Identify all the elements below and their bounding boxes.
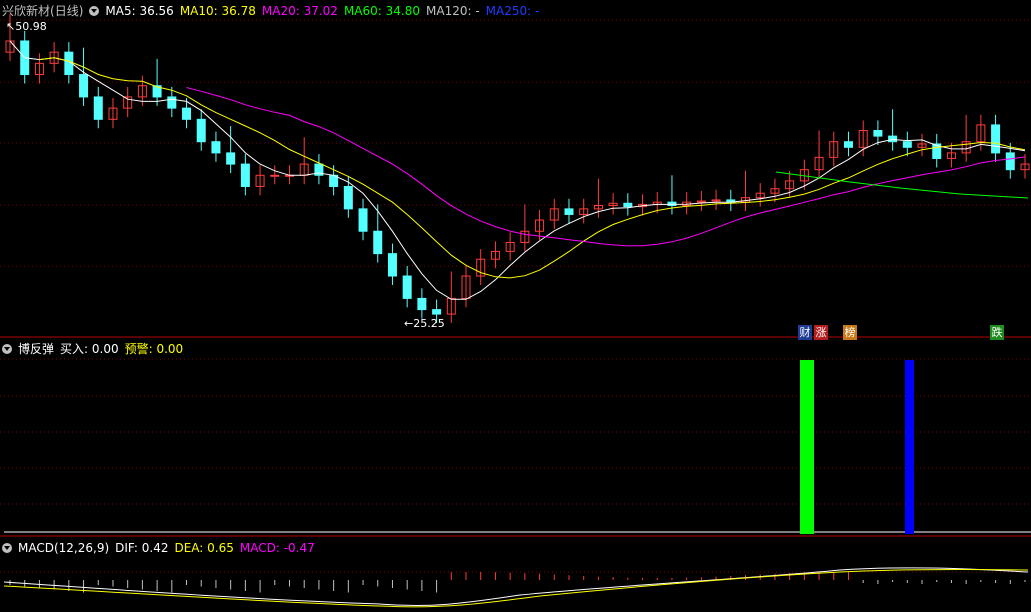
low-price-label: ←25.25 <box>404 317 445 330</box>
indicator-name[interactable]: 博反弹 <box>18 341 54 357</box>
news-badge-rise[interactable]: 涨 <box>814 325 828 340</box>
ma60-line <box>775 171 1029 199</box>
candle-body <box>991 124 1001 154</box>
news-badge-fall[interactable]: 跌 <box>990 325 1004 340</box>
candle-body <box>93 96 103 120</box>
ma120-readout: MA120: - <box>426 4 480 18</box>
stock-chart-canvas[interactable] <box>0 0 1031 612</box>
candle-body <box>373 230 383 255</box>
candle-body <box>667 201 677 207</box>
candle-body <box>623 202 633 208</box>
dea-readout: DEA: 0.65 <box>174 541 234 555</box>
ma60-readout: MA60: 34.80 <box>343 4 420 18</box>
macd-panel-header: MACD(12,26,9) DIF: 0.42 DEA: 0.65 MACD: … <box>2 540 321 556</box>
candle-body <box>196 118 206 143</box>
candle-body <box>902 141 912 148</box>
ma20-line <box>186 87 1026 247</box>
stock-name: 兴欣新材 <box>2 4 51 18</box>
candle-body <box>417 297 427 311</box>
candle-body <box>843 141 853 148</box>
candle-body <box>211 141 221 154</box>
ma20-readout: MA20: 37.02 <box>261 4 338 18</box>
period-label: (日线) <box>50 4 84 18</box>
ma250-readout: MA250: - <box>485 4 540 18</box>
ma5-line <box>9 40 1026 300</box>
high-price-label: ↖50.98 <box>6 20 47 33</box>
candle-body <box>387 253 397 277</box>
candle-body <box>240 163 250 187</box>
news-badge-finance[interactable]: 财 <box>798 325 812 340</box>
price-panel-header: 兴欣新材 (日线) MA5: 36.56 MA10: 36.78 MA20: 3… <box>2 3 545 19</box>
candle-body <box>432 309 442 315</box>
ma10-readout: MA10: 36.78 <box>179 4 256 18</box>
collapse-toggle-icon[interactable] <box>89 6 100 16</box>
candle-body <box>226 152 236 165</box>
candle-body <box>270 174 280 177</box>
candle-body <box>358 208 368 232</box>
collapse-toggle-icon[interactable] <box>2 543 12 553</box>
warn-signal-bar <box>905 360 914 534</box>
warn-readout: 预警: 0.00 <box>124 342 184 356</box>
ma10-line <box>39 57 1026 279</box>
candle-body <box>343 185 353 210</box>
buy-signal-bar <box>800 360 814 534</box>
candle-body <box>888 135 898 143</box>
buy-readout: 买入: 0.00 <box>60 342 119 356</box>
macd-readout: MACD: -0.47 <box>239 541 315 555</box>
indicator-panel-header: 博反弹 买入: 0.00 预警: 0.00 <box>2 341 189 357</box>
candle-body <box>873 130 883 137</box>
candle-body <box>167 96 177 109</box>
ma5-readout: MA5: 36.56 <box>105 4 174 18</box>
candle-body <box>564 208 574 215</box>
candle-body <box>182 107 192 120</box>
macd-name[interactable]: MACD(12,26,9) <box>18 540 109 556</box>
candle-body <box>1005 152 1015 171</box>
candle-body <box>402 275 412 299</box>
collapse-toggle-icon[interactable] <box>2 344 12 354</box>
dif-readout: DIF: 0.42 <box>115 541 169 555</box>
candle-body <box>79 74 89 98</box>
news-badge-list[interactable]: 榜 <box>843 325 857 340</box>
